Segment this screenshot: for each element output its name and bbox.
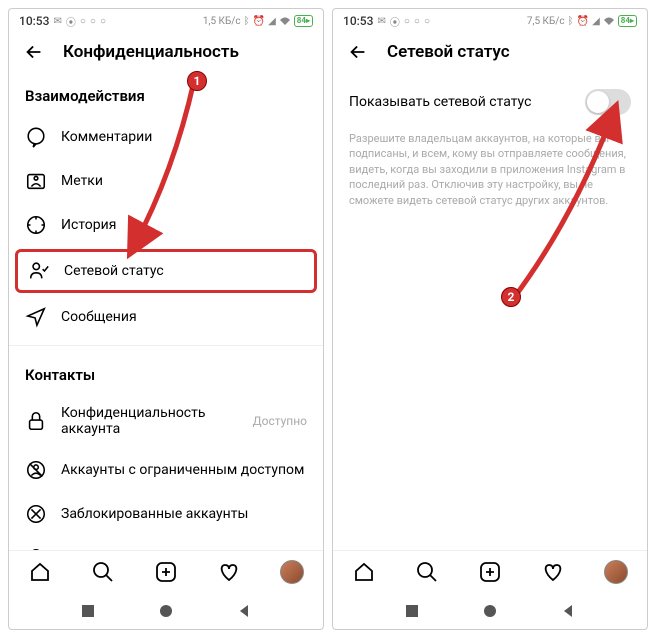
- avatar: [604, 560, 628, 584]
- phone-right: 10:53 ✉ ⦿ ○ ○ ○ 7,5 КБ/с ᛒ ⏰ ◢ 84▸ Сетев…: [332, 8, 648, 630]
- phone-left: 10:53 ✉ ⦿ ○ ○ ○ 1,5 КБ/с ᛒ ⏰ ◢ 84▸ Конфи…: [8, 8, 324, 630]
- divider: [9, 345, 323, 346]
- item-label: Заблокированные аккаунты: [61, 506, 248, 522]
- item-comments[interactable]: Комментарии: [9, 115, 323, 159]
- wifi-icon: [279, 16, 291, 26]
- nav-home[interactable]: [482, 603, 498, 619]
- signal-icon: ◢: [592, 16, 600, 27]
- comment-icon: [25, 126, 47, 148]
- header: Сетевой статус: [333, 31, 647, 73]
- alarm-icon: ⏰: [253, 16, 265, 27]
- tab-home[interactable]: [27, 559, 53, 585]
- annotation-badge-2: 2: [501, 287, 521, 307]
- status-dot-icon: ○: [80, 16, 86, 27]
- item-label: История: [61, 217, 116, 233]
- battery-icon: 84▸: [294, 15, 313, 27]
- bluetooth-icon: ᛒ: [568, 16, 574, 27]
- data-speed: 7,5 КБ/с: [527, 16, 565, 27]
- android-navbar: [9, 593, 323, 629]
- tab-profile[interactable]: [603, 559, 629, 585]
- page-title: Сетевой статус: [387, 42, 510, 62]
- toggle-description: Разрешите владельцам аккаунтов, на котор…: [333, 127, 647, 212]
- nav-recent[interactable]: [404, 603, 420, 619]
- tab-home[interactable]: [351, 559, 377, 585]
- lock-icon: [25, 410, 47, 432]
- avatar: [280, 560, 304, 584]
- messages-icon: [25, 306, 47, 328]
- item-label: Метки: [61, 173, 103, 189]
- bottom-tabs: [9, 550, 323, 593]
- blocked-icon: [25, 503, 47, 525]
- status-dot-icon: ○: [414, 16, 420, 27]
- toggle-switch[interactable]: [585, 89, 631, 115]
- page-title: Конфиденциальность: [63, 42, 239, 62]
- tab-create[interactable]: [477, 559, 503, 585]
- content: Взаимодействия Комментарии Метки История…: [9, 73, 323, 550]
- status-dot-icon: ○: [424, 16, 430, 27]
- alarm-icon: ⏰: [577, 16, 589, 27]
- tab-profile[interactable]: [279, 559, 305, 585]
- wifi-icon: [603, 16, 615, 26]
- statusbar: 10:53 ✉ ⦿ ○ ○ ○ 1,5 КБ/с ᛒ ⏰ ◢ 84▸: [9, 9, 323, 31]
- bluetooth-icon: ᛒ: [244, 16, 250, 27]
- content: Показывать сетевой статус Разрешите влад…: [333, 73, 647, 550]
- tab-activity[interactable]: [216, 559, 242, 585]
- item-label: Конфиденциальность аккаунта: [61, 405, 239, 437]
- nav-home[interactable]: [158, 603, 174, 619]
- data-speed: 1,5 КБ/с: [203, 16, 241, 27]
- status-time: 10:53: [343, 14, 373, 28]
- section-contacts: Контакты: [9, 352, 323, 394]
- tab-create[interactable]: [153, 559, 179, 585]
- status-dot-icon: ⦿: [390, 14, 400, 29]
- item-messages[interactable]: Сообщения: [9, 295, 323, 339]
- item-blocked[interactable]: Заблокированные аккаунты: [9, 492, 323, 536]
- restricted-icon: [25, 459, 47, 481]
- item-privacy[interactable]: Конфиденциальность аккаунта Доступно: [9, 394, 323, 448]
- android-navbar: [333, 593, 647, 629]
- item-trail: Доступно: [253, 414, 307, 428]
- activity-icon: [28, 260, 50, 282]
- tag-icon: [25, 170, 47, 192]
- section-interactions: Взаимодействия: [9, 73, 323, 115]
- status-time: 10:53: [19, 14, 49, 28]
- nav-back[interactable]: [560, 603, 576, 619]
- nav-back[interactable]: [236, 603, 252, 619]
- header: Конфиденциальность: [9, 31, 323, 73]
- item-label: Аккаунты с ограниченным доступом: [61, 462, 304, 478]
- tab-search[interactable]: [414, 559, 440, 585]
- item-label: Сетевой статус: [64, 263, 164, 279]
- status-dot-icon: ○: [404, 16, 410, 27]
- item-label: Комментарии: [61, 129, 152, 145]
- toggle-knob: [587, 91, 609, 113]
- bottom-tabs: [333, 550, 647, 593]
- sms-icon: ✉: [53, 16, 61, 27]
- status-dot-icon: ○: [100, 16, 106, 27]
- item-muted[interactable]: Аккаунты в немом режиме: [9, 536, 323, 550]
- item-activity-status[interactable]: Сетевой статус: [15, 249, 317, 293]
- signal-icon: ◢: [268, 16, 276, 27]
- back-button[interactable]: [347, 41, 369, 63]
- item-tags[interactable]: Метки: [9, 159, 323, 203]
- nav-recent[interactable]: [80, 603, 96, 619]
- tab-search[interactable]: [90, 559, 116, 585]
- status-dot-icon: ○: [90, 16, 96, 27]
- history-icon: [25, 214, 47, 236]
- toggle-row-activity-status: Показывать сетевой статус: [333, 73, 647, 127]
- toggle-label: Показывать сетевой статус: [349, 94, 531, 110]
- tab-activity[interactable]: [540, 559, 566, 585]
- back-button[interactable]: [23, 41, 45, 63]
- sms-icon: ✉: [377, 16, 385, 27]
- battery-icon: 84▸: [618, 15, 637, 27]
- annotation-badge-1: 1: [187, 71, 207, 91]
- statusbar: 10:53 ✉ ⦿ ○ ○ ○ 7,5 КБ/с ᛒ ⏰ ◢ 84▸: [333, 9, 647, 31]
- item-history[interactable]: История: [9, 203, 323, 247]
- status-dot-icon: ⦿: [66, 14, 76, 29]
- item-restricted[interactable]: Аккаунты с ограниченным доступом: [9, 448, 323, 492]
- item-label: Сообщения: [61, 309, 137, 325]
